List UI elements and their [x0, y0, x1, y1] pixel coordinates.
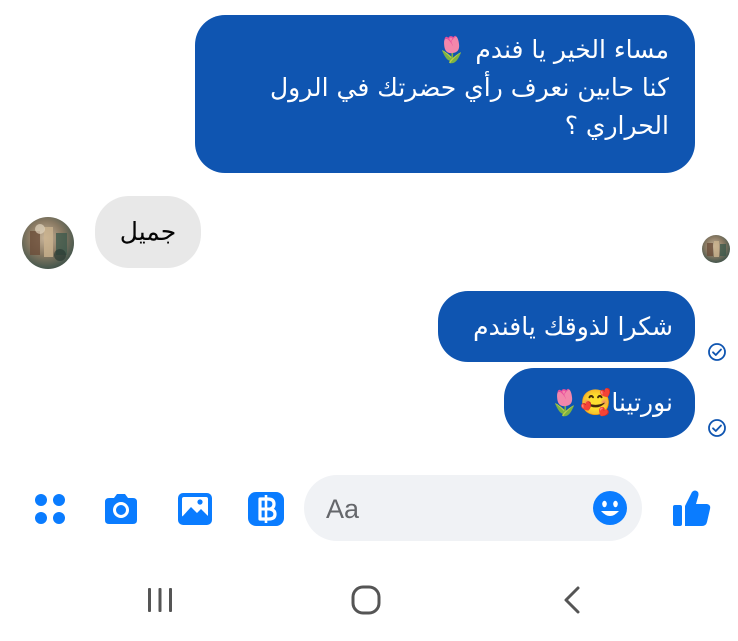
contact-avatar[interactable]: [22, 217, 74, 269]
message-text: نورتينا🥰🌷: [549, 388, 673, 417]
outgoing-message-bubble[interactable]: نورتينا🥰🌷: [504, 368, 695, 438]
baht-currency-icon[interactable]: [246, 489, 286, 529]
gallery-icon[interactable]: [175, 489, 215, 529]
recent-apps-icon[interactable]: [140, 580, 180, 620]
message-input[interactable]: [324, 475, 588, 543]
sent-check-icon: [707, 342, 727, 362]
message-line: مساء الخير يا فندم 🌷: [436, 35, 669, 64]
camera-icon[interactable]: [101, 489, 141, 529]
message-text: شكرا لذوقك يافندم: [473, 312, 673, 341]
home-icon[interactable]: [346, 580, 386, 620]
emoji-icon[interactable]: [592, 490, 628, 526]
incoming-message-bubble[interactable]: جميل: [95, 196, 201, 268]
message-text: جميل: [119, 217, 177, 246]
thumbs-up-icon[interactable]: [671, 487, 713, 529]
seen-by-avatar: [702, 235, 730, 263]
apps-grid-icon[interactable]: [30, 489, 70, 529]
message-input-container[interactable]: [304, 475, 642, 543]
outgoing-message-bubble[interactable]: مساء الخير يا فندم 🌷 كنا حابين نعرف رأي …: [195, 15, 695, 173]
sent-check-icon: [707, 418, 727, 438]
message-line: الحراري ؟: [564, 111, 669, 140]
message-line: كنا حابين نعرف رأي حضرتك في الرول: [270, 73, 669, 102]
outgoing-message-bubble[interactable]: شكرا لذوقك يافندم: [438, 291, 695, 362]
back-icon[interactable]: [553, 580, 593, 620]
